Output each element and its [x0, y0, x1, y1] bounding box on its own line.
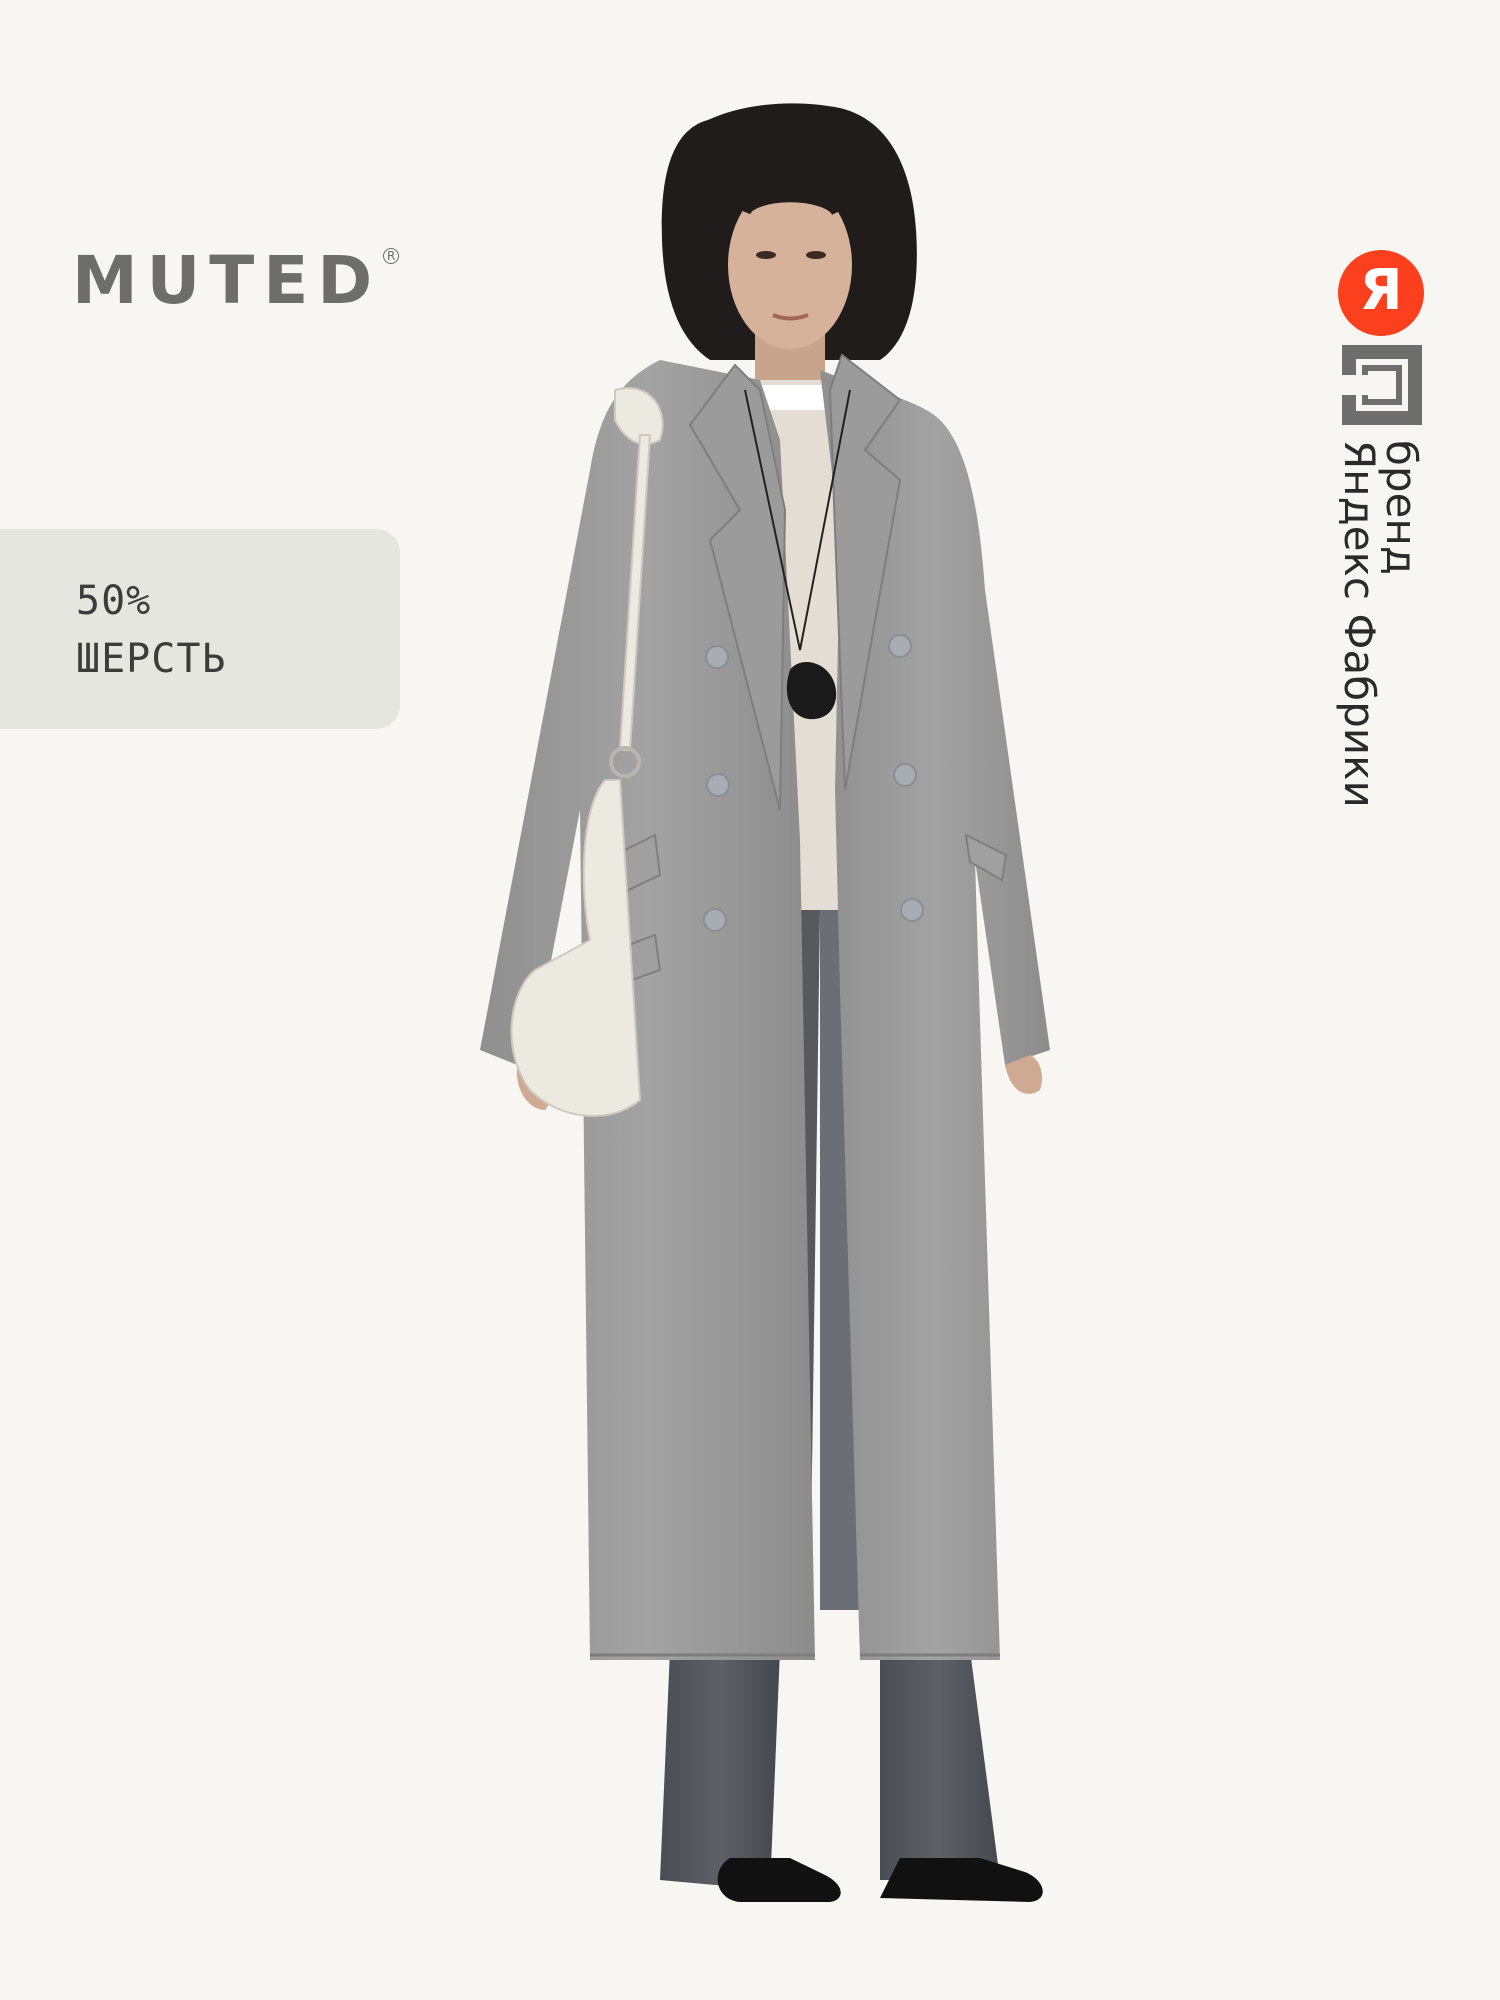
brand-name: MUTED [72, 242, 382, 319]
badge-percent: 50% [76, 578, 152, 624]
factory-icon [1342, 345, 1422, 425]
yandex-logo: Я [1338, 250, 1424, 336]
yandex-label-brand: бренд [1377, 440, 1426, 575]
registered-mark-icon: R [383, 248, 400, 264]
yandex-factory-label: бренд Яндекс Фабрики [1335, 440, 1426, 820]
badge-material: ШЕРСТЬ [76, 636, 227, 682]
shoe-right [880, 1858, 1043, 1902]
brand-logo: MUTED R [72, 242, 400, 319]
yandex-logo-letter: Я [1359, 258, 1403, 323]
shoe-left [717, 1858, 841, 1902]
model-photo [480, 103, 1050, 1902]
trousers-left [660, 1650, 780, 1890]
yandex-label-factory: Яндекс Фабрики [1335, 440, 1384, 808]
trousers-right [880, 1650, 1000, 1880]
feature-badge: 50% ШЕРСТЬ [0, 529, 400, 729]
